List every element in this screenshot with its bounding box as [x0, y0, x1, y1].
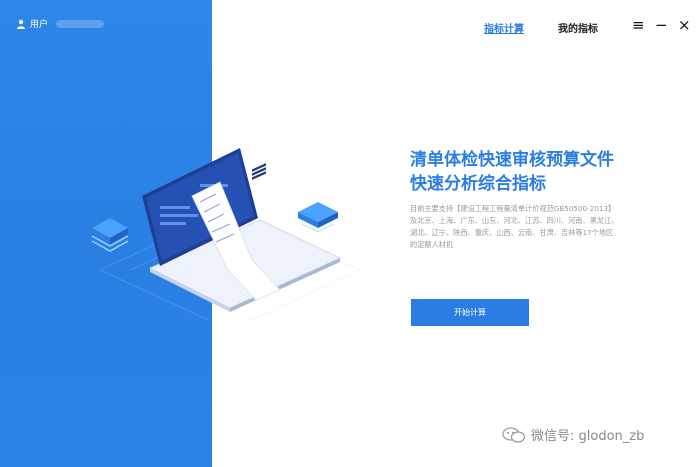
- menu-icon[interactable]: ≡: [632, 18, 645, 33]
- headline-line-2: 快速分析综合指标: [410, 174, 546, 194]
- wechat-icon: [502, 426, 526, 443]
- tab-indicator-calc[interactable]: 指标计算: [484, 20, 524, 35]
- user-icon: [17, 19, 25, 29]
- top-bar: 指标计算 我的指标 ≡ − ×: [212, 14, 697, 38]
- left-box-icon: [91, 218, 129, 252]
- username-blurred: [56, 19, 105, 28]
- user-label: 用户: [30, 20, 49, 30]
- user-area[interactable]: 用户: [16, 17, 105, 30]
- right-box-icon: [298, 202, 338, 233]
- headline: 清单体检快速审核预算文件 快速分析综合指标: [410, 148, 640, 196]
- close-icon[interactable]: ×: [678, 18, 691, 33]
- watermark-text: 微信号: glodon_zb: [531, 429, 645, 444]
- minimize-icon[interactable]: −: [655, 18, 668, 33]
- laptop-illustration: [91, 148, 361, 320]
- headline-line-1: 清单体检快速审核预算文件: [410, 150, 614, 170]
- wechat-watermark: 微信号: glodon_zb: [502, 425, 644, 444]
- description-text: 目前主要支持【建设工程工程量清单计价规范GB50500-2013】及北京、上海、…: [410, 204, 619, 249]
- tab-my-indicators[interactable]: 我的指标: [558, 20, 598, 35]
- start-calculation-button[interactable]: 开始计算: [411, 299, 529, 326]
